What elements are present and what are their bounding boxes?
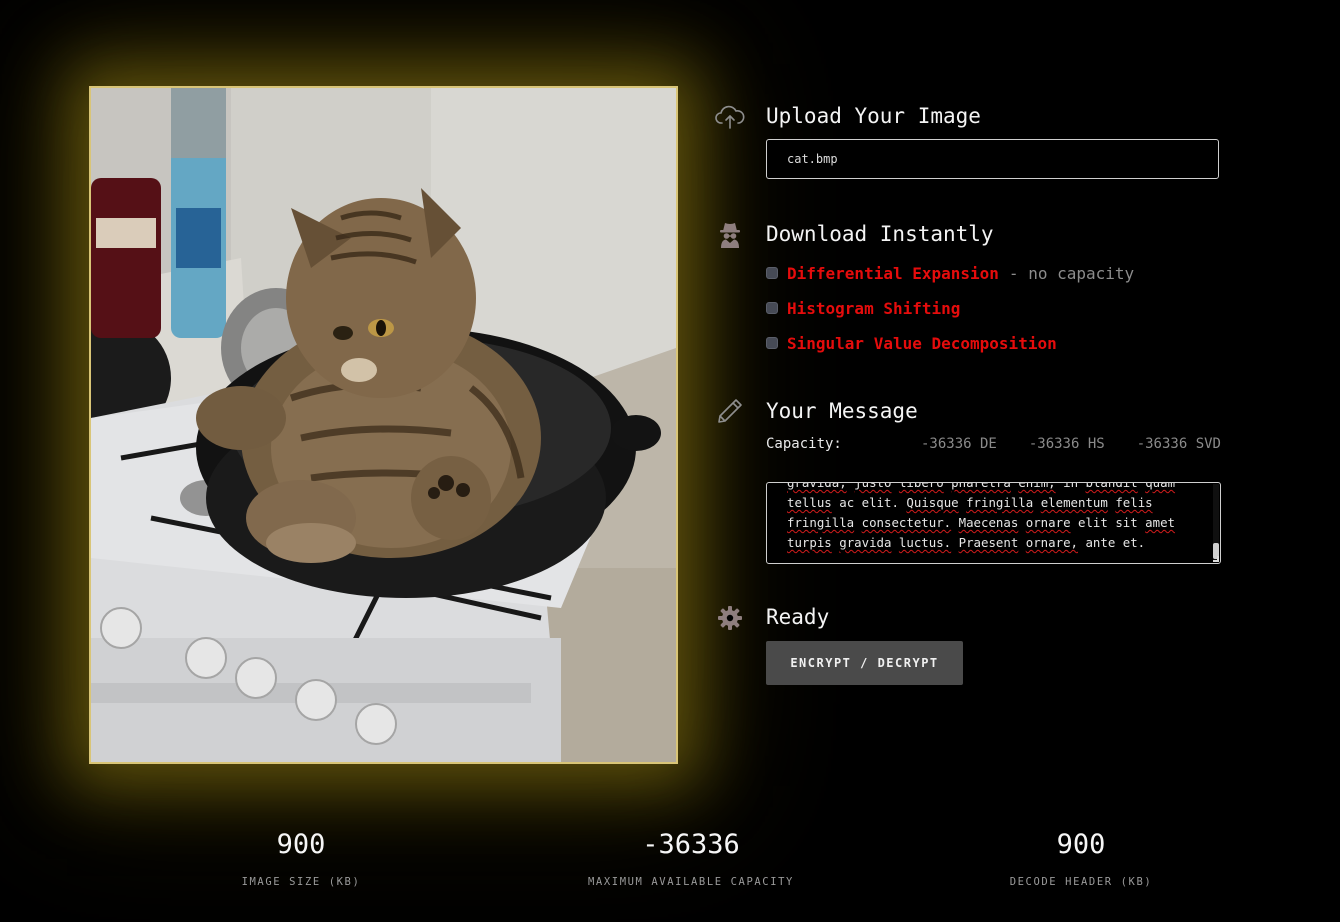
checkbox[interactable] <box>766 337 778 349</box>
stat-label: MAXIMUM AVAILABLE CAPACITY <box>588 876 794 888</box>
algo-option-differential-expansion[interactable]: Differential Expansion - no capacity <box>766 262 1134 284</box>
message-textarea[interactable]: gravida, justo libero pharetra enim, in … <box>766 482 1221 564</box>
status-title: Ready <box>766 605 830 629</box>
stat-max-capacity: -36336 MAXIMUM AVAILABLE CAPACITY <box>531 826 851 888</box>
algo-note: - no capacity <box>1008 263 1135 283</box>
stat-value: 900 <box>276 829 326 860</box>
page: Upload Your Image cat.bmp Download Insta… <box>0 0 1340 922</box>
gear-icon <box>715 603 745 633</box>
checkbox[interactable] <box>766 267 778 279</box>
algo-option-histogram-shifting[interactable]: Histogram Shifting <box>766 297 960 319</box>
capacity-row: Capacity: -36336 DE -36336 HS -36336 SVD <box>766 436 1221 452</box>
stat-value: 900 <box>1056 829 1106 860</box>
pencil-icon <box>715 396 745 426</box>
stat-value: -36336 <box>642 829 740 860</box>
stat-label: DECODE HEADER (KB) <box>1009 876 1153 888</box>
stat-decode-header: 900 DECODE HEADER (KB) <box>921 826 1241 888</box>
checkbox[interactable] <box>766 302 778 314</box>
spy-icon <box>715 219 745 249</box>
cloud-upload-icon <box>715 102 745 132</box>
resize-handle[interactable] <box>1213 556 1219 562</box>
capacity-svd: -36336 SVD <box>1136 436 1221 452</box>
cat-photo <box>91 88 676 762</box>
file-input[interactable]: cat.bmp <box>766 139 1219 179</box>
upload-title: Upload Your Image <box>766 104 981 128</box>
encrypt-decrypt-button[interactable]: ENCRYPT / DECRYPT <box>766 641 963 685</box>
capacity-label: Capacity: <box>766 436 842 452</box>
algo-label: Differential Expansion <box>787 263 999 283</box>
stat-label: IMAGE SIZE (KB) <box>241 876 361 888</box>
capacity-de: -36336 DE <box>920 436 997 452</box>
stat-image-size: 900 IMAGE SIZE (KB) <box>141 826 461 888</box>
download-title: Download Instantly <box>766 222 994 246</box>
algo-label: Singular Value Decomposition <box>787 333 1057 353</box>
message-text: gravida, justo libero pharetra enim, in … <box>787 482 1176 550</box>
image-preview <box>89 86 678 764</box>
algo-label: Histogram Shifting <box>787 298 961 318</box>
capacity-hs: -36336 HS <box>1028 436 1105 452</box>
algo-option-singular-value-decomposition[interactable]: Singular Value Decomposition <box>766 332 1057 354</box>
message-title: Your Message <box>766 399 918 423</box>
